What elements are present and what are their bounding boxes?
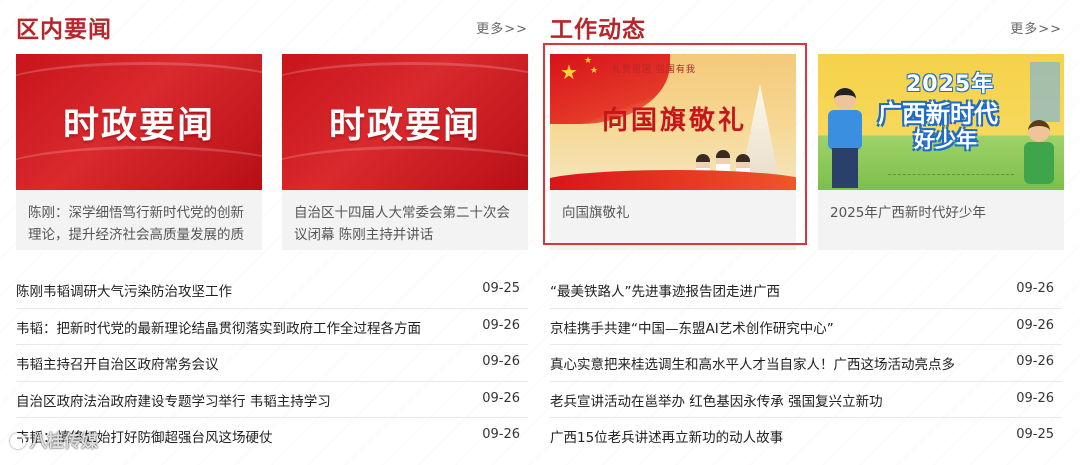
news-title[interactable]: 老兵宣讲活动在邕举办 红色基因永传承 强国复兴立新功	[550, 390, 883, 410]
star-icon: ★	[590, 66, 599, 76]
boy-figure	[822, 88, 868, 188]
section-title: 工作动态	[550, 17, 646, 43]
decor-stroke	[16, 146, 262, 190]
list-item[interactable]: 真心实意把来桂选调生和高水平人才当自家人！广西这场活动亮点多 09-26	[550, 345, 1062, 382]
news-date: 09-26	[482, 390, 520, 406]
district-news-section: 区内要闻 更多>> 时政要闻 陈刚：深学细悟笃行新时代党的创新理论，提升经济社会…	[16, 0, 528, 465]
card-caption[interactable]: 向国旗敬礼	[562, 202, 784, 224]
news-title[interactable]: 京桂携手共建“中国—东盟AI艺术创作研究中心”	[550, 317, 834, 337]
news-title[interactable]: 韦韬主持召开自治区政府常务会议	[16, 353, 219, 373]
news-title[interactable]: 真心实意把来桂选调生和高水平人才当自家人！广西这场活动亮点多	[550, 353, 955, 373]
news-card[interactable]: 时政要闻 陈刚：深学细悟笃行新时代党的创新理论，提升经济社会高质量发展的质效	[16, 54, 262, 250]
star-icon: ★	[560, 60, 578, 84]
list-item[interactable]: “最美铁路人”先进事迹报告团走进广西 09-26	[550, 272, 1062, 309]
list-item[interactable]: 自治区政府法治政府建设专题学习举行 韦韬主持学习 09-26	[16, 382, 528, 418]
watermark-text: 八桂传媒	[30, 432, 98, 452]
watermark: 八桂传媒	[10, 427, 98, 452]
news-date: 09-26	[482, 354, 520, 369]
news-date: 09-26	[1016, 354, 1054, 369]
news-date: 09-26	[482, 427, 520, 442]
building-graphic	[1030, 62, 1060, 122]
card-caption[interactable]: 自治区十四届人大常委会第二十次会议闭幕 陈刚主持并讲话	[294, 202, 516, 246]
news-date: 09-25	[1016, 427, 1054, 442]
card-image-text: 时政要闻	[62, 105, 215, 146]
list-item[interactable]: 韦韬主持召开自治区政府常务会议 09-26	[16, 345, 528, 382]
news-title[interactable]: 广西15位老兵讲述再立新功的动人故事	[550, 426, 783, 446]
news-card-selected[interactable]: ★ ★ ★ 礼赞祖国 强国有我 向国旗敬礼 向国旗敬礼	[550, 54, 796, 250]
list-item[interactable]: 广西15位老兵讲述再立新功的动人故事 09-25	[550, 418, 1062, 455]
decor-stroke	[282, 146, 528, 190]
list-item[interactable]: 京桂携手共建“中国—东盟AI艺术创作研究中心” 09-26	[550, 309, 1062, 345]
news-card[interactable]: 2025年 广西新时代 好少年 2025年广西新时代好少年	[818, 54, 1064, 250]
card-image: ★ ★ ★ 礼赞祖国 强国有我 向国旗敬礼	[550, 54, 796, 190]
section-header: 工作动态 更多>>	[550, 8, 1062, 44]
news-date: 09-26	[1016, 281, 1054, 296]
card-caption[interactable]: 陈刚：深学细悟笃行新时代党的创新理论，提升经济社会高质量发展的质效	[28, 202, 250, 246]
sponsor-logos	[888, 174, 1014, 184]
card-image-title: 向国旗敬礼	[602, 106, 748, 136]
news-title[interactable]: “最美铁路人”先进事迹报告团走进广西	[550, 280, 780, 300]
news-date: 09-26	[1016, 390, 1054, 406]
list-item[interactable]: 陈刚韦韬调研大气污染防治攻坚工作 09-25	[16, 272, 528, 309]
list-item[interactable]: 韦韬：把新时代党的最新理论结晶贯彻落实到政府工作全过程各方面 09-26	[16, 309, 528, 345]
card-image: 时政要闻	[282, 54, 528, 190]
news-card[interactable]: 时政要闻 自治区十四届人大常委会第二十次会议闭幕 陈刚主持并讲话	[282, 54, 528, 250]
news-list: “最美铁路人”先进事迹报告团走进广西 09-26 京桂携手共建“中国—东盟AI艺…	[550, 272, 1062, 455]
card-image-text: 时政要闻	[328, 105, 481, 146]
card-image: 时政要闻	[16, 54, 262, 190]
news-date: 09-26	[482, 317, 520, 333]
girl-figure	[1022, 120, 1056, 184]
more-link[interactable]: 更多>>	[476, 18, 528, 37]
news-title[interactable]: 韦韬：把新时代党的最新理论结晶贯彻落实到政府工作全过程各方面	[16, 317, 421, 337]
news-date: 09-25	[482, 281, 520, 296]
card-image-slogan: 礼赞祖国 强国有我	[612, 65, 696, 75]
section-title: 区内要闻	[16, 17, 112, 43]
news-date: 09-26	[1016, 317, 1054, 333]
news-title[interactable]: 自治区政府法治政府建设专题学习举行 韦韬主持学习	[16, 390, 331, 410]
card-image: 2025年 广西新时代 好少年	[818, 54, 1064, 190]
star-icon: ★	[584, 56, 593, 66]
news-title[interactable]: 陈刚韦韬调研大气污染防治攻坚工作	[16, 280, 232, 300]
ribbon-graphic	[550, 170, 796, 190]
watermark-logo-icon	[10, 433, 26, 449]
card-image-line3: 好少年	[914, 128, 977, 152]
section-header: 区内要闻 更多>>	[16, 8, 528, 44]
work-updates-section: 工作动态 更多>> ★ ★ ★ 礼赞祖国 强国有我 向国旗敬礼 向国旗敬礼 20…	[543, 0, 1064, 465]
more-link[interactable]: 更多>>	[1010, 18, 1062, 37]
card-caption[interactable]: 2025年广西新时代好少年	[830, 202, 1052, 224]
list-item[interactable]: 老兵宣讲活动在邕举办 红色基因永传承 强国复兴立新功 09-26	[550, 382, 1062, 418]
